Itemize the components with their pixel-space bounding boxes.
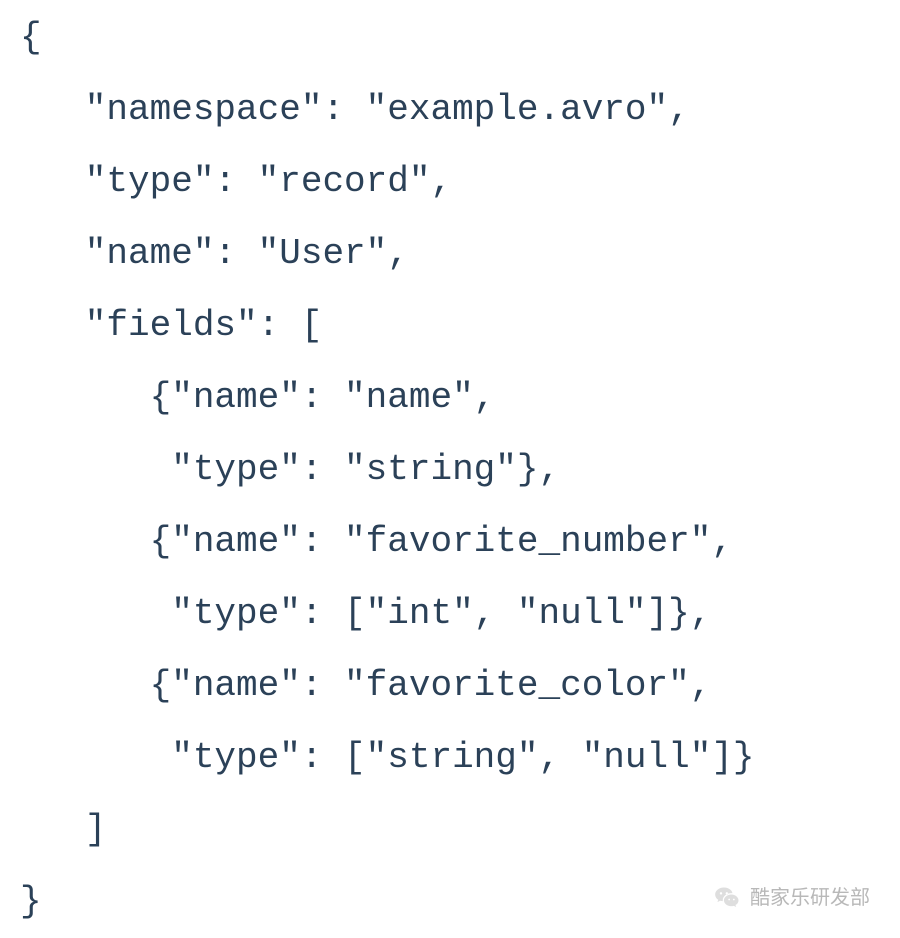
code-line: "type": "record",: [20, 161, 452, 202]
code-line: }: [20, 881, 42, 922]
code-line: "fields": [: [20, 305, 322, 346]
code-line: {"name": "name",: [20, 377, 495, 418]
code-line: "type": ["int", "null"]},: [20, 593, 711, 634]
code-line: ]: [20, 809, 106, 850]
code-line: "namespace": "example.avro",: [20, 89, 690, 130]
watermark: 酷家乐研发部: [714, 878, 870, 918]
code-line: "type": "string"},: [20, 449, 560, 490]
code-line: {"name": "favorite_number",: [20, 521, 733, 562]
wechat-icon: [714, 884, 742, 912]
code-line: "name": "User",: [20, 233, 409, 274]
code-line: "type": ["string", "null"]}: [20, 737, 755, 778]
code-snippet: { "namespace": "example.avro", "type": "…: [20, 0, 880, 938]
watermark-text: 酷家乐研发部: [750, 878, 870, 918]
code-line: {"name": "favorite_color",: [20, 665, 711, 706]
code-line: {: [20, 17, 42, 58]
